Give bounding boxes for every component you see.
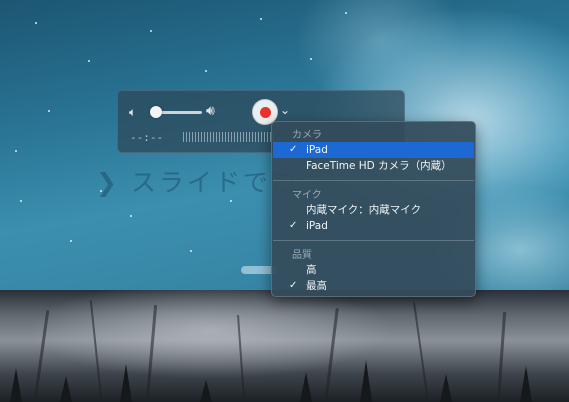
menu-item-quality-high[interactable]: 高 <box>273 262 474 278</box>
menu-separator <box>273 180 474 181</box>
menu-item-label: iPad <box>306 220 328 232</box>
menu-item-label: 内蔵マイク：内蔵マイク <box>306 204 422 216</box>
desktop-wallpaper <box>0 290 569 402</box>
checkmark-icon: ✓ <box>289 144 298 155</box>
menu-header-camera: カメラ <box>292 130 322 141</box>
chevron-down-icon[interactable]: ⌄ <box>280 103 290 117</box>
menu-header-quality: 品質 <box>292 250 312 261</box>
speaker-low-icon[interactable]: 🔈︎ <box>129 105 136 120</box>
speaker-high-icon[interactable]: 🔊︎ <box>206 103 215 119</box>
volume-slider[interactable] <box>156 111 202 114</box>
menu-item-mic-ipad[interactable]: ✓ iPad <box>273 218 474 234</box>
menu-header-microphone: マイク <box>292 190 322 201</box>
volume-slider-knob[interactable] <box>150 106 162 118</box>
record-icon <box>260 107 271 118</box>
menu-item-camera-ipad[interactable]: ✓ iPad <box>273 142 474 158</box>
menu-item-label: FaceTime HD カメラ（内蔵） <box>306 160 452 172</box>
slide-to-unlock-text: ❯ スライドでロ <box>96 168 299 197</box>
menu-separator <box>273 240 474 241</box>
menu-item-camera-facetime[interactable]: FaceTime HD カメラ（内蔵） <box>273 158 474 174</box>
menu-item-label: 高 <box>306 264 317 276</box>
audio-level-meter <box>183 132 275 142</box>
menu-item-mic-builtin[interactable]: 内蔵マイク：内蔵マイク <box>273 202 474 218</box>
checkmark-icon: ✓ <box>289 220 298 231</box>
options-menu: カメラ ✓ iPad FaceTime HD カメラ（内蔵） マイク 内蔵マイク… <box>271 121 476 297</box>
checkmark-icon: ✓ <box>289 280 298 291</box>
menu-item-label: 最高 <box>306 280 327 292</box>
menu-item-label: iPad <box>306 144 328 156</box>
menu-item-quality-maximum[interactable]: ✓ 最高 <box>273 278 474 294</box>
elapsed-time: --:-- <box>130 131 164 144</box>
